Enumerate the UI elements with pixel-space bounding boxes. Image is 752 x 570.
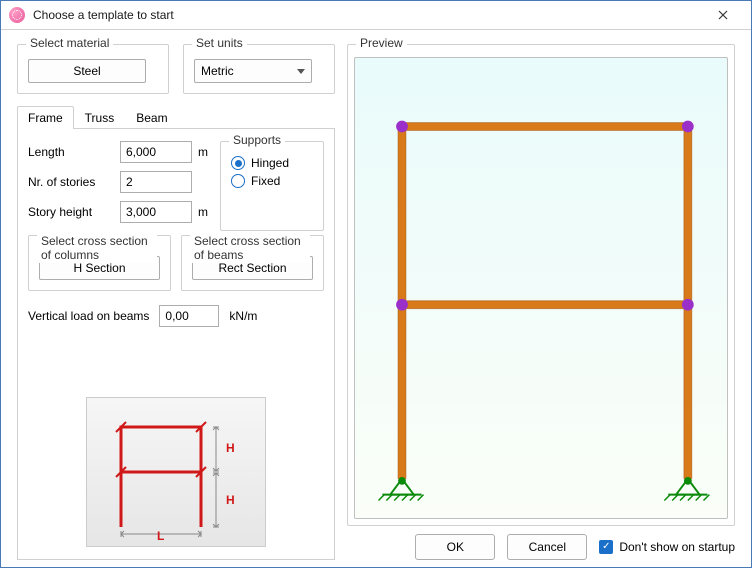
length-unit: m bbox=[198, 145, 208, 159]
tab-truss[interactable]: Truss bbox=[74, 106, 126, 129]
story-height-input[interactable] bbox=[120, 201, 192, 223]
units-select[interactable]: Metric bbox=[194, 59, 312, 83]
right-panel: Preview bbox=[347, 44, 735, 560]
supports-label: Supports bbox=[229, 133, 285, 147]
units-value: Metric bbox=[201, 64, 234, 78]
titlebar: Choose a template to start bbox=[1, 1, 751, 30]
vload-input[interactable] bbox=[159, 305, 219, 327]
ok-button[interactable]: OK bbox=[415, 534, 495, 560]
template-tabs: Frame Truss Beam bbox=[17, 106, 335, 129]
diagram-h1: H bbox=[226, 441, 235, 455]
app-icon bbox=[9, 7, 25, 23]
preview-group: Preview bbox=[347, 44, 735, 526]
footer: OK Cancel ✓ Don't show on startup bbox=[347, 526, 735, 560]
material-button[interactable]: Steel bbox=[28, 59, 146, 83]
beams-cs-group: Select cross section of beams Rect Secti… bbox=[181, 235, 324, 291]
stories-input[interactable] bbox=[120, 171, 192, 193]
chevron-down-icon bbox=[297, 69, 305, 74]
window-title: Choose a template to start bbox=[33, 8, 703, 22]
support-right-icon bbox=[664, 478, 709, 501]
diagram-l: L bbox=[157, 529, 164, 542]
story-height-label: Story height bbox=[28, 205, 114, 219]
left-panel: Select material Steel Set units Metric F… bbox=[17, 44, 335, 560]
vload-unit: kN/m bbox=[229, 309, 257, 323]
stories-label: Nr. of stories bbox=[28, 175, 114, 189]
support-fixed-row[interactable]: Fixed bbox=[231, 174, 313, 188]
dialog-window: Choose a template to start Select materi… bbox=[0, 0, 752, 568]
columns-cs-group: Select cross section of columns H Sectio… bbox=[28, 235, 171, 291]
support-hinged-row[interactable]: Hinged bbox=[231, 156, 313, 170]
cancel-button[interactable]: Cancel bbox=[507, 534, 587, 560]
dont-show-label: Don't show on startup bbox=[619, 540, 735, 554]
supports-group: Supports Hinged Fixed bbox=[220, 141, 324, 231]
preview-label: Preview bbox=[356, 36, 407, 50]
vload-label: Vertical load on beams bbox=[28, 309, 149, 323]
radio-hinged-label: Hinged bbox=[251, 156, 289, 170]
units-group: Set units Metric bbox=[183, 44, 335, 94]
close-icon bbox=[718, 10, 728, 20]
material-label: Select material bbox=[26, 36, 113, 50]
units-label: Set units bbox=[192, 36, 247, 50]
material-group: Select material Steel bbox=[17, 44, 169, 94]
length-label: Length bbox=[28, 145, 114, 159]
columns-cs-label: Select cross section of columns bbox=[37, 234, 157, 263]
dont-show-checkbox[interactable]: ✓ Don't show on startup bbox=[599, 540, 735, 554]
tab-frame[interactable]: Frame bbox=[17, 106, 74, 129]
preview-canvas bbox=[354, 57, 728, 519]
radio-hinged bbox=[231, 156, 245, 170]
radio-fixed-label: Fixed bbox=[251, 174, 280, 188]
checkbox-checked-icon: ✓ bbox=[599, 540, 613, 554]
beams-cs-label: Select cross section of beams bbox=[190, 234, 310, 263]
support-left-icon bbox=[378, 478, 423, 501]
length-input[interactable] bbox=[120, 141, 192, 163]
close-button[interactable] bbox=[703, 1, 743, 29]
diagram-h2: H bbox=[226, 493, 235, 507]
tab-body: Length m Nr. of stories Story height bbox=[17, 129, 335, 560]
tab-beam[interactable]: Beam bbox=[125, 106, 178, 129]
story-height-unit: m bbox=[198, 205, 208, 219]
schematic-diagram: H H L bbox=[86, 397, 266, 547]
radio-fixed bbox=[231, 174, 245, 188]
